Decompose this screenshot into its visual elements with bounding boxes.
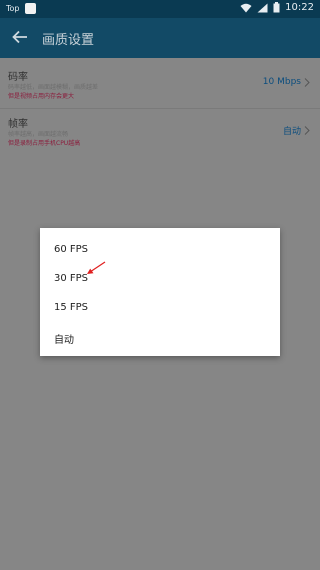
notification-app-icon (24, 3, 36, 14)
app-label: Top (6, 4, 20, 13)
battery-icon (273, 2, 280, 13)
framerate-label: 帧率 (8, 119, 28, 130)
framerate-description: 帧率越高，画面越流畅 (8, 131, 69, 138)
framerate-warning: 但是录制占用手机CPU越高 (8, 140, 81, 147)
app-toolbar: 画质设置 (0, 18, 320, 58)
bitrate-warning: 但是视频占用内存会更大 (8, 93, 75, 100)
status-right: 10:22 (240, 2, 314, 13)
framerate-value-text: 自动 (282, 127, 301, 137)
bitrate-label: 码率 (8, 72, 28, 83)
page-title: 画质设置 (42, 33, 95, 48)
bitrate-value-text: 10 Mbps (262, 77, 301, 87)
bitrate-description: 码率越低，画面越模糊，画质越差 (8, 84, 99, 91)
framerate-value: 自动 (283, 124, 310, 137)
framerate-picker-dialog: 60 FPS 30 FPS 15 FPS 自动 (40, 228, 280, 356)
status-left: Top (6, 3, 36, 14)
setting-row-framerate[interactable]: 帧率 帧率越高，画面越流畅 但是录制占用手机CPU越高 自动 (0, 109, 320, 155)
back-arrow-icon[interactable] (10, 27, 30, 47)
wifi-icon (240, 3, 252, 12)
chevron-right-icon (304, 77, 310, 87)
status-clock: 10:22 (285, 2, 314, 13)
setting-row-bitrate[interactable]: 码率 码率越低，画面越模糊，画质越差 但是视频占用内存会更大 10 Mbps (0, 62, 320, 108)
bitrate-value: 10 Mbps (263, 77, 310, 87)
option-15-fps[interactable]: 15 FPS (54, 302, 254, 320)
signal-icon (257, 3, 268, 12)
chevron-right-icon (304, 126, 310, 135)
option-auto[interactable]: 自动 (54, 331, 254, 349)
annotation-arrow-icon (87, 261, 106, 274)
status-bar: Top 10:22 (0, 0, 320, 18)
